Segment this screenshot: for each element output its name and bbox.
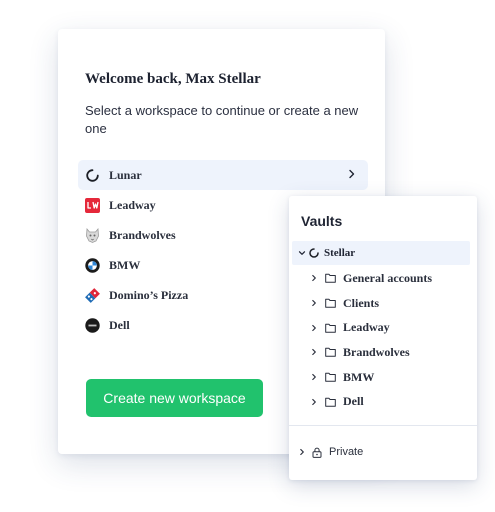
folder-icon <box>325 372 336 382</box>
dell-logo-icon <box>85 317 100 333</box>
folder-label: General accounts <box>343 270 432 285</box>
folder-item-brandwolves[interactable]: Brandwolves <box>310 340 470 365</box>
bmw-logo-icon <box>85 257 100 273</box>
workspace-item-lunar[interactable]: Lunar <box>78 160 368 190</box>
folder-item-dell[interactable]: Dell <box>310 389 470 414</box>
folder-icon <box>325 347 336 358</box>
folder-item-bmw[interactable]: BMW <box>310 365 470 390</box>
folder-item-clients[interactable]: Clients <box>310 291 470 316</box>
chevron-right-icon[interactable] <box>298 448 306 456</box>
chevron-right-icon[interactable] <box>310 324 318 332</box>
leadway-logo-icon <box>85 197 100 213</box>
folder-icon <box>325 273 336 284</box>
vaults-title: Vaults <box>301 213 343 229</box>
vaults-panel: Vaults Stellar General accounts Clients … <box>289 196 477 480</box>
vault-label: Stellar <box>324 247 356 259</box>
chevron-down-icon[interactable] <box>298 249 306 257</box>
folder-item-general-accounts[interactable]: General accounts <box>310 266 470 291</box>
workspace-label: Lunar <box>109 167 142 182</box>
workspace-label: Leadway <box>109 197 156 212</box>
create-workspace-button[interactable]: Create new workspace <box>86 379 263 417</box>
chevron-right-icon[interactable] <box>310 398 318 406</box>
folder-icon <box>325 298 336 308</box>
vaults-divider <box>289 425 477 426</box>
chevron-right-icon[interactable] <box>310 373 318 381</box>
dominos-logo-icon <box>85 287 100 303</box>
private-label: Private <box>329 446 364 458</box>
folder-label: Brandwolves <box>343 344 410 359</box>
workspace-label: Dell <box>109 317 130 332</box>
folder-icon <box>325 397 336 407</box>
workspace-label: BMW <box>109 257 141 272</box>
lunar-logo-icon <box>85 168 100 183</box>
folder-item-leadway[interactable]: Leadway <box>310 315 470 340</box>
workspace-label: Domino’s Pizza <box>109 287 189 302</box>
folder-label: Clients <box>343 295 379 310</box>
chevron-right-icon <box>346 168 358 180</box>
folder-icon <box>325 323 336 333</box>
vault-item-private[interactable]: Private <box>298 443 363 461</box>
welcome-title: Welcome back, Max Stellar <box>85 71 261 87</box>
folder-label: Leadway <box>343 320 390 335</box>
stellar-logo-icon <box>309 248 319 258</box>
workspace-subtitle: Select a workspace to continue or create… <box>85 103 359 136</box>
workspace-label: Brandwolves <box>109 227 176 242</box>
folder-label: Dell <box>343 394 364 409</box>
vault-item-stellar[interactable]: Stellar <box>292 241 470 265</box>
brandwolves-logo-icon <box>85 227 100 243</box>
folder-label: BMW <box>343 369 375 384</box>
chevron-right-icon[interactable] <box>310 274 318 282</box>
lock-icon <box>312 447 322 458</box>
chevron-right-icon[interactable] <box>310 348 318 356</box>
vault-folder-list: General accounts Clients Leadway Brandwo… <box>310 266 470 414</box>
chevron-right-icon[interactable] <box>310 299 318 307</box>
